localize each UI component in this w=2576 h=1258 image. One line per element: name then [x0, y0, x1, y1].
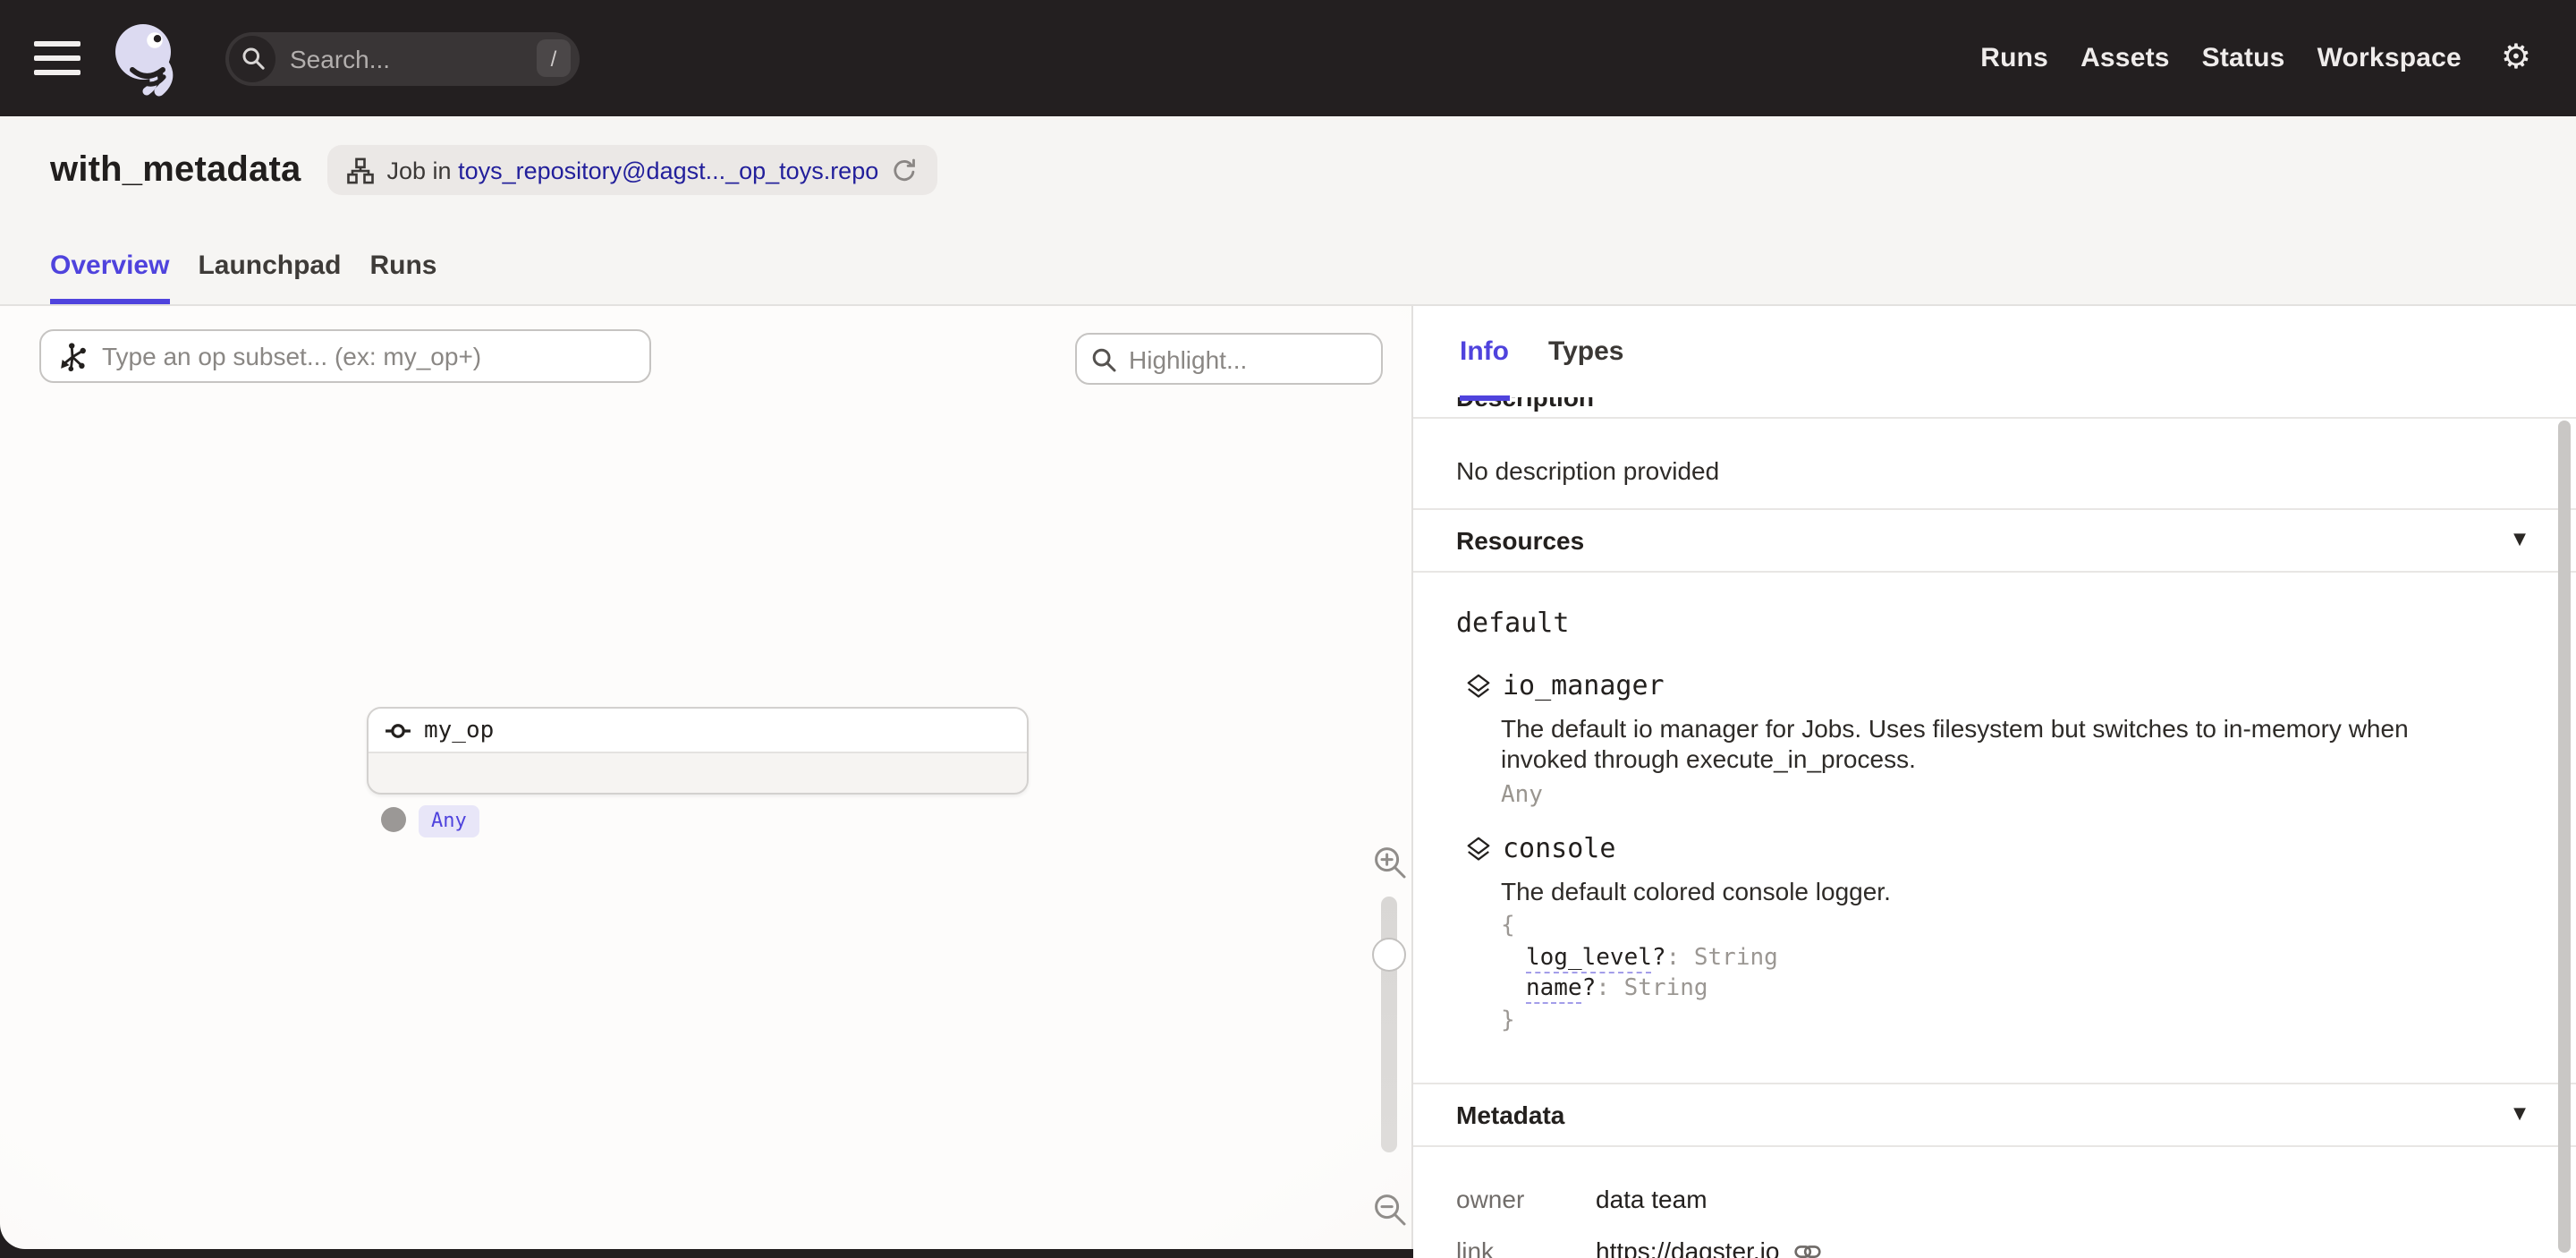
search-icon — [229, 35, 275, 81]
tab-launchpad[interactable]: Launchpad — [198, 251, 341, 304]
output-type-tag[interactable]: Any — [419, 805, 479, 837]
op-selector-icon — [57, 341, 88, 371]
sidebar-tabs: Info Types — [1413, 306, 2576, 397]
resource-name[interactable]: console — [1503, 832, 1615, 864]
resource-name[interactable]: io_manager — [1503, 669, 1665, 701]
metadata-body: owner data team link https://dagster.io — [1413, 1147, 2576, 1258]
search-input[interactable] — [275, 44, 537, 72]
resource-group-name: default — [1456, 607, 2533, 639]
chevron-down-icon[interactable]: ▼ — [2513, 531, 2526, 549]
metadata-value: data team — [1596, 1185, 1707, 1213]
zoom-in-button[interactable] — [1372, 845, 1408, 880]
zoom-slider-track[interactable] — [1381, 897, 1397, 1152]
description-body: No description provided — [1413, 419, 2576, 510]
section-header-description[interactable]: Description ▼ — [1413, 397, 2576, 419]
op-subset-filter[interactable] — [39, 329, 651, 383]
metadata-section-title: Metadata — [1456, 1101, 1564, 1129]
metadata-key: link — [1456, 1237, 1596, 1258]
nav-link-runs[interactable]: Runs — [1980, 43, 2048, 73]
metadata-row-owner: owner data team — [1456, 1185, 2533, 1213]
sidebar-panel: Info Types Description ▼ No description … — [1413, 306, 2576, 1258]
op-graph-panel[interactable]: my_op Any — [0, 306, 1413, 1249]
resource-item-console: console The default colored console logg… — [1456, 832, 2533, 1036]
hamburger-menu-icon[interactable] — [34, 40, 80, 76]
nav-link-assets[interactable]: Assets — [2080, 43, 2170, 73]
resource-layers-icon — [1465, 835, 1492, 862]
resource-layers-icon — [1465, 672, 1492, 699]
tab-types[interactable]: Types — [1548, 306, 1624, 397]
section-header-metadata[interactable]: Metadata ▼ — [1413, 1084, 2576, 1147]
dagster-app: / Runs Assets Status Workspace ⚙ with_me… — [0, 0, 2576, 1258]
highlight-input[interactable] — [1129, 344, 1367, 373]
op-node-my-op[interactable]: my_op — [367, 707, 1029, 795]
sidebar-scroll-area[interactable]: Description ▼ No description provided Re… — [1413, 397, 2576, 1258]
top-nav: / Runs Assets Status Workspace ⚙ — [0, 0, 2576, 116]
config-field-log-level: log_level?: String — [1501, 942, 2533, 973]
zoom-in-icon — [1372, 845, 1408, 880]
gear-icon[interactable]: ⚙ — [2501, 41, 2531, 75]
nav-link-workspace[interactable]: Workspace — [2318, 43, 2462, 73]
repo-link[interactable]: toys_repository@dagst..._op_toys.repo — [458, 157, 878, 183]
dagster-octopus-icon — [111, 21, 179, 96]
tab-overview[interactable]: Overview — [50, 251, 169, 304]
link-icon[interactable] — [1793, 1237, 1820, 1258]
zoom-out-button[interactable] — [1372, 1192, 1408, 1228]
page-title: with_metadata — [50, 149, 301, 191]
chevron-down-icon[interactable]: ▼ — [2513, 1106, 2526, 1124]
config-field-name: name?: String — [1501, 973, 2533, 1005]
metadata-key: owner — [1456, 1185, 1596, 1213]
job-graph-icon — [347, 157, 374, 183]
search-shortcut-badge: / — [537, 39, 571, 77]
dagster-logo[interactable] — [111, 21, 179, 96]
main-content: my_op Any Info Types — [0, 306, 2576, 1258]
config-schema: { log_level?: String name?: String } — [1501, 911, 2533, 1036]
config-close-brace: } — [1501, 1005, 2533, 1036]
op-node-name: my_op — [424, 717, 494, 744]
metadata-row-link: link https://dagster.io — [1456, 1237, 2533, 1258]
op-icon — [385, 717, 411, 744]
nav-link-status[interactable]: Status — [2202, 43, 2285, 73]
config-open-brace: { — [1501, 911, 2533, 942]
reload-icon[interactable] — [891, 157, 918, 183]
section-header-resources[interactable]: Resources ▼ — [1413, 510, 2576, 573]
search-icon — [1091, 346, 1116, 371]
resource-description: The default colored console logger. — [1501, 877, 2476, 907]
job-badge-prefix: Job in — [386, 157, 451, 183]
page-tabs: Overview Launchpad Runs — [50, 251, 436, 304]
tab-runs[interactable]: Runs — [369, 251, 436, 304]
metadata-link[interactable]: https://dagster.io — [1596, 1237, 1779, 1258]
resource-type: Any — [1501, 782, 2533, 809]
resources-section-title: Resources — [1456, 526, 1584, 555]
chevron-down-icon[interactable]: ▼ — [2513, 397, 2526, 399]
resource-item-io-manager: io_manager The default io manager for Jo… — [1456, 669, 2533, 809]
global-search[interactable]: / — [225, 31, 580, 85]
highlight-filter[interactable] — [1075, 333, 1383, 385]
nav-links: Runs Assets Status Workspace — [1980, 43, 2462, 73]
sidebar-scrollbar[interactable] — [2558, 421, 2571, 1253]
resource-description: The default io manager for Jobs. Uses fi… — [1501, 714, 2476, 775]
tab-info[interactable]: Info — [1460, 306, 1509, 397]
resources-body: default io_manager The default io manage… — [1413, 573, 2576, 1084]
op-subset-input[interactable] — [102, 342, 633, 370]
zoom-out-icon — [1372, 1192, 1408, 1228]
page-header: with_metadata Job in toys_repository@dag… — [0, 116, 2576, 306]
job-repo-badge: Job in toys_repository@dagst..._op_toys.… — [327, 145, 937, 195]
op-output-port[interactable] — [381, 807, 406, 832]
zoom-slider-handle[interactable] — [1372, 938, 1406, 972]
